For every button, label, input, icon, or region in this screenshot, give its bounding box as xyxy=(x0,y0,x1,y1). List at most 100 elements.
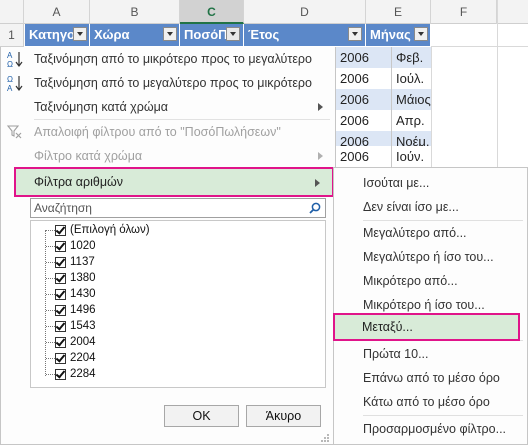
cell-month[interactable]: Απρ. xyxy=(391,110,431,131)
cell-year[interactable]: 2006 xyxy=(336,47,391,68)
list-item-label: 1543 xyxy=(70,320,96,332)
clear-filter-icon xyxy=(6,123,24,141)
resize-grip-icon[interactable] xyxy=(320,432,330,442)
header-cell-month[interactable]: Μήνας xyxy=(366,24,431,46)
column-header-a[interactable]: A xyxy=(24,0,90,24)
checkbox-checked[interactable] xyxy=(55,257,66,268)
svg-text:A: A xyxy=(7,84,13,92)
submenu-between-label: Μεταξύ... xyxy=(362,320,413,334)
sort-az-icon: AΩ xyxy=(6,50,24,69)
list-item-label: 2004 xyxy=(70,336,96,348)
checkbox-checked[interactable] xyxy=(55,273,66,284)
sort-descending-label: Ταξινόμηση από το μεγαλύτερο προς το μικ… xyxy=(34,76,312,90)
header-cell-country[interactable]: Χώρα xyxy=(90,24,180,46)
svg-text:Ω: Ω xyxy=(7,60,13,68)
header-label-year: Έτος xyxy=(248,27,280,42)
cell-year[interactable]: 2006 xyxy=(336,146,391,167)
sort-ascending-label: Ταξινόμηση από το μικρότερο προς το μεγα… xyxy=(34,52,312,66)
sort-za-icon: ΩA xyxy=(6,74,24,93)
submenu-arrow-icon xyxy=(318,152,323,160)
submenu-less-item[interactable]: Μικρότερο από... xyxy=(334,269,527,293)
header-cell-year[interactable]: Έτος xyxy=(244,24,366,46)
tree-line xyxy=(46,342,55,343)
submenu-greater-item[interactable]: Μεγαλύτερο από... xyxy=(334,221,527,245)
checkbox-checked[interactable] xyxy=(55,353,66,364)
number-filters-submenu: Ισούται με... Δεν είναι ίσο με... Μεγαλύ… xyxy=(333,167,528,445)
number-filters-item[interactable]: Φίλτρα αριθμών xyxy=(14,167,334,197)
svg-text:A: A xyxy=(7,51,13,60)
checkbox-checked[interactable] xyxy=(55,305,66,316)
cell-year[interactable]: 2006 xyxy=(336,68,391,89)
search-icon xyxy=(309,202,321,214)
cell-month[interactable]: Φεβ. xyxy=(391,47,431,68)
submenu-arrow-icon xyxy=(315,179,320,187)
header-cell-amount[interactable]: ΠοσόΠω xyxy=(180,24,244,46)
filter-by-color-item[interactable]: Φίλτρο κατά χρώμα xyxy=(1,144,335,168)
number-filters-label: Φίλτρα αριθμών xyxy=(34,175,124,189)
cancel-button[interactable]: Άκυρο xyxy=(246,405,321,427)
select-all-corner[interactable] xyxy=(0,0,24,24)
header-cell-category[interactable]: Κατηγο xyxy=(25,24,90,46)
header-label-country: Χώρα xyxy=(94,27,130,42)
tree-line xyxy=(46,326,55,327)
submenu-above-average-item[interactable]: Επάνω από το μέσο όρο xyxy=(334,366,527,390)
sort-descending-item[interactable]: ΩA Ταξινόμηση από το μεγαλύτερο προς το … xyxy=(1,71,335,95)
submenu-arrow-icon xyxy=(318,103,323,111)
tree-line xyxy=(46,294,55,295)
column-header-f[interactable]: F xyxy=(431,0,497,24)
search-input[interactable]: Αναζήτηση xyxy=(30,198,326,218)
cell-month[interactable]: Μάιος xyxy=(391,89,431,110)
column-header-b[interactable]: B xyxy=(90,0,180,24)
filter-dropdown-icon[interactable] xyxy=(414,27,428,41)
cell-f1[interactable] xyxy=(431,24,528,47)
checkbox-checked[interactable] xyxy=(55,337,66,348)
filter-dropdown-icon[interactable] xyxy=(73,27,87,41)
submenu-equals-item[interactable]: Ισούται με... xyxy=(334,171,527,195)
gridline xyxy=(431,47,432,167)
column-header-e[interactable]: E xyxy=(366,0,431,24)
checkbox-checked[interactable] xyxy=(55,225,66,236)
checkbox-checked[interactable] xyxy=(55,289,66,300)
row-header-1[interactable]: 1 xyxy=(0,24,24,47)
tree-line xyxy=(46,310,55,311)
list-item-label: 1137 xyxy=(70,256,95,268)
checkbox-checked[interactable] xyxy=(55,369,66,380)
filter-by-color-label: Φίλτρο κατά χρώμα xyxy=(34,149,143,163)
checkbox-checked[interactable] xyxy=(55,321,66,332)
filter-dropdown-icon[interactable] xyxy=(348,27,362,41)
tree-line xyxy=(46,230,55,231)
submenu-custom-filter-item[interactable]: Προσαρμοσμένο φίλτρο... xyxy=(334,417,527,441)
ok-button[interactable]: OK xyxy=(164,405,239,427)
checkbox-checked[interactable] xyxy=(55,241,66,252)
column-header-d[interactable]: D xyxy=(244,0,366,24)
column-header-c[interactable]: C xyxy=(180,0,244,24)
sort-ascending-item[interactable]: AΩ Ταξινόμηση από το μικρότερο προς το μ… xyxy=(1,47,335,71)
list-item-label: 1430 xyxy=(70,288,96,300)
submenu-below-average-item[interactable]: Κάτω από το μέσο όρο xyxy=(334,390,527,414)
list-item-label: 2204 xyxy=(70,352,96,364)
submenu-top10-item[interactable]: Πρώτα 10... xyxy=(334,342,527,366)
filter-dropdown-icon[interactable] xyxy=(163,27,177,41)
list-item-label: 1496 xyxy=(70,304,96,316)
submenu-between-item[interactable]: Μεταξύ... xyxy=(333,313,520,341)
cell-year[interactable]: 2006 xyxy=(336,110,391,131)
header-label-category: Κατηγο xyxy=(29,27,75,42)
list-item-label: 1020 xyxy=(70,240,96,252)
cell-month[interactable]: Ιούν. xyxy=(391,146,431,167)
menu-separator xyxy=(363,415,523,416)
cell-year[interactable]: 2006 xyxy=(336,89,391,110)
gridline xyxy=(497,0,498,167)
list-item-label: 1380 xyxy=(70,272,96,284)
list-item-label: 2284 xyxy=(70,368,96,380)
active-filter-icon[interactable] xyxy=(226,27,240,41)
filter-value-list[interactable]: (Επιλογή όλων) 1020 1137 1380 1430 1496 … xyxy=(30,220,326,388)
tree-line xyxy=(46,246,55,247)
cell-month[interactable]: Ιούλ. xyxy=(391,68,431,89)
submenu-greater-equal-item[interactable]: Μεγαλύτερο ή ίσο του... xyxy=(334,245,527,269)
clear-filter-item[interactable]: Απαλοιφή φίλτρου από το "ΠοσόΠωλήσεων" xyxy=(1,120,335,144)
tree-line xyxy=(46,278,55,279)
column-header-row: A B C D E F xyxy=(0,0,528,24)
tree-line xyxy=(46,262,55,263)
sort-by-color-item[interactable]: Ταξινόμηση κατά χρώμα xyxy=(1,95,335,119)
submenu-not-equal-item[interactable]: Δεν είναι ίσο με... xyxy=(334,195,527,219)
